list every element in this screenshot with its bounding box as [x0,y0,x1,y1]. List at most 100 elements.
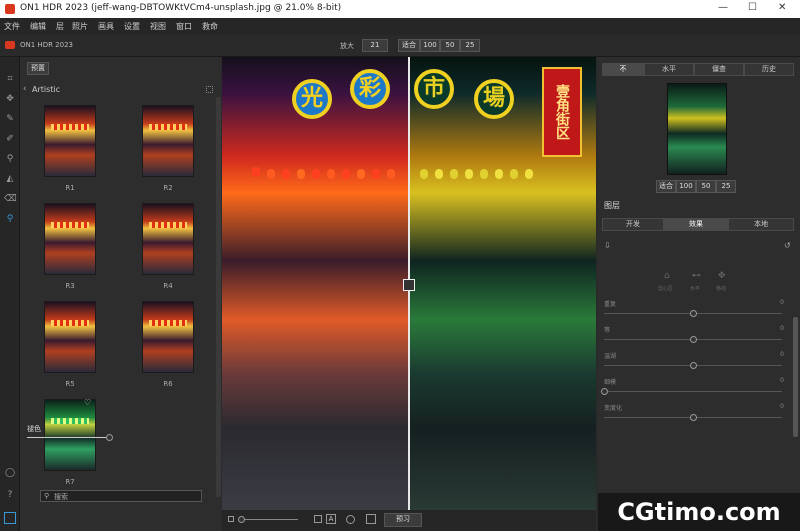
divider-handle[interactable] [403,279,415,291]
transform-label: 移动 [716,286,727,292]
tab-navigator[interactable]: 不 [602,63,644,76]
slider-track [604,391,782,392]
zoom-25-button[interactable]: 25 [460,39,480,52]
blend-label: 褪色 [27,425,41,433]
level-icon[interactable]: ⊷ [692,271,701,281]
tab-effects[interactable]: 效果 [664,218,728,231]
mask-icon[interactable] [346,515,355,524]
tab-info[interactable]: 僵查 [694,63,744,76]
title-bar: ON1 HDR 2023 (jeff-wang-DBTOWKtVCm4-unsp… [0,0,800,18]
slider-knob[interactable] [690,310,697,317]
retouch-icon[interactable]: ⚲ [4,153,16,165]
small-view-icon[interactable] [228,516,234,522]
search-icon: ⚲ [44,492,50,500]
search-placeholder: 搜索 [54,493,68,501]
preset-label: R4 [163,282,173,290]
image-canvas[interactable]: 光 彩 市 場 壹角街区 [222,57,596,510]
menu-file[interactable]: 文件 [4,21,20,32]
panel-toggle-icon[interactable] [4,512,16,524]
zoom-100-button[interactable]: 100 [420,39,440,52]
menu-help[interactable]: 救命 [202,21,218,32]
navigator-preview[interactable] [667,83,727,175]
preset-thumb-r1[interactable] [44,105,96,177]
tab-local[interactable]: 本地 [728,218,794,231]
lantern [387,169,395,179]
lantern [435,169,443,179]
mask-brush-icon[interactable]: ✐ [4,133,16,145]
menu-layer[interactable]: 层 [56,21,64,32]
preset-search-field[interactable]: ⚲ 搜索 [40,490,202,502]
import-icon[interactable]: ⇩ [604,241,611,250]
tab-develop[interactable]: 开发 [602,218,664,231]
tab-level[interactable]: 水平 [644,63,694,76]
image-sign: 市 [414,69,454,109]
preset-thumb-r2[interactable] [142,105,194,177]
preset-thumb-r4[interactable] [142,203,194,275]
text-icon[interactable]: A [326,514,336,524]
menu-edit[interactable]: 编辑 [30,21,46,32]
preset-thumb-r6[interactable] [142,301,194,373]
perfect-eraser-icon[interactable]: ⌫ [4,193,17,205]
menu-window[interactable]: 窗口 [176,21,192,32]
watermark: CGtimo.com [598,493,800,531]
favorite-heart-icon[interactable]: ♡ [84,398,91,407]
nav-fit-button[interactable]: 适合 [656,180,676,193]
preset-label: R2 [163,184,173,192]
blend-slider-knob[interactable] [106,434,113,441]
zoom-tool-icon[interactable]: ⚲ [4,213,16,225]
help-icon[interactable]: ? [4,489,16,501]
nav-50-button[interactable]: 50 [696,180,716,193]
close-button[interactable]: ✕ [778,2,786,13]
preset-label: R5 [65,380,75,388]
move-icon[interactable]: ✥ [4,93,16,105]
crop-shape-icon[interactable]: ⌂ [664,271,670,281]
grid-view-icon[interactable] [206,86,213,93]
zoom-50-button[interactable]: 50 [440,39,460,52]
slider-knob[interactable] [690,414,697,421]
preset-thumb-r3[interactable] [44,203,96,275]
compare-icon[interactable] [366,514,376,524]
menu-view[interactable]: 视图 [150,21,166,32]
presets-scrollbar[interactable] [216,97,221,497]
before-image [222,57,409,510]
large-view-icon[interactable] [314,515,322,523]
maximize-button[interactable]: ☐ [748,2,757,13]
preset-thumb-r5[interactable] [44,301,96,373]
menu-tools[interactable]: 画具 [98,21,114,32]
minimize-button[interactable]: — [718,2,728,13]
lantern [465,169,473,179]
on1-logo-icon [5,41,15,49]
menu-photo[interactable]: 照片 [72,21,88,32]
effects-scrollbar[interactable] [793,317,798,437]
crop-icon[interactable]: ⌗ [4,73,16,85]
presets-panel: 预置 ‹ Artistic R1 R2 R3 R4 R5 R6 R7 ♡ 褪色 … [20,57,221,531]
zoom-fit-button[interactable]: 适合 [398,39,420,52]
preset-label: R1 [65,184,75,192]
reset-icon[interactable]: ↺ [784,241,791,250]
menu-settings[interactable]: 设置 [124,21,140,32]
slider-label: 温湖 [604,353,617,360]
zoom-slider-track [238,519,298,520]
account-icon[interactable]: ◯ [4,467,16,479]
transform-label: 剪心区 [658,286,674,292]
slider-knob[interactable] [690,336,697,343]
lantern [267,169,275,179]
app-name: ON1 HDR 2023 [20,41,73,49]
category-title: Artistic [32,85,61,94]
slider-knob[interactable] [690,362,697,369]
nav-100-button[interactable]: 100 [676,180,696,193]
lantern [342,169,350,179]
back-chevron-icon[interactable]: ‹ [23,84,27,94]
move-transform-icon[interactable]: ✥ [718,271,726,281]
gradient-icon[interactable]: ◭ [4,173,16,185]
tab-history[interactable]: 历史 [744,63,794,76]
nav-25-button[interactable]: 25 [716,180,736,193]
zoom-slider-knob[interactable] [238,516,245,523]
zoom-select[interactable]: 21 [362,39,388,52]
brush-icon[interactable]: ✎ [4,113,16,125]
preset-button[interactable]: 预置 [27,62,49,75]
slider-knob[interactable] [601,388,608,395]
image-sign: 場 [474,79,514,119]
preview-button[interactable]: 预习 [384,513,422,527]
preset-thumb-r7[interactable] [44,399,96,471]
